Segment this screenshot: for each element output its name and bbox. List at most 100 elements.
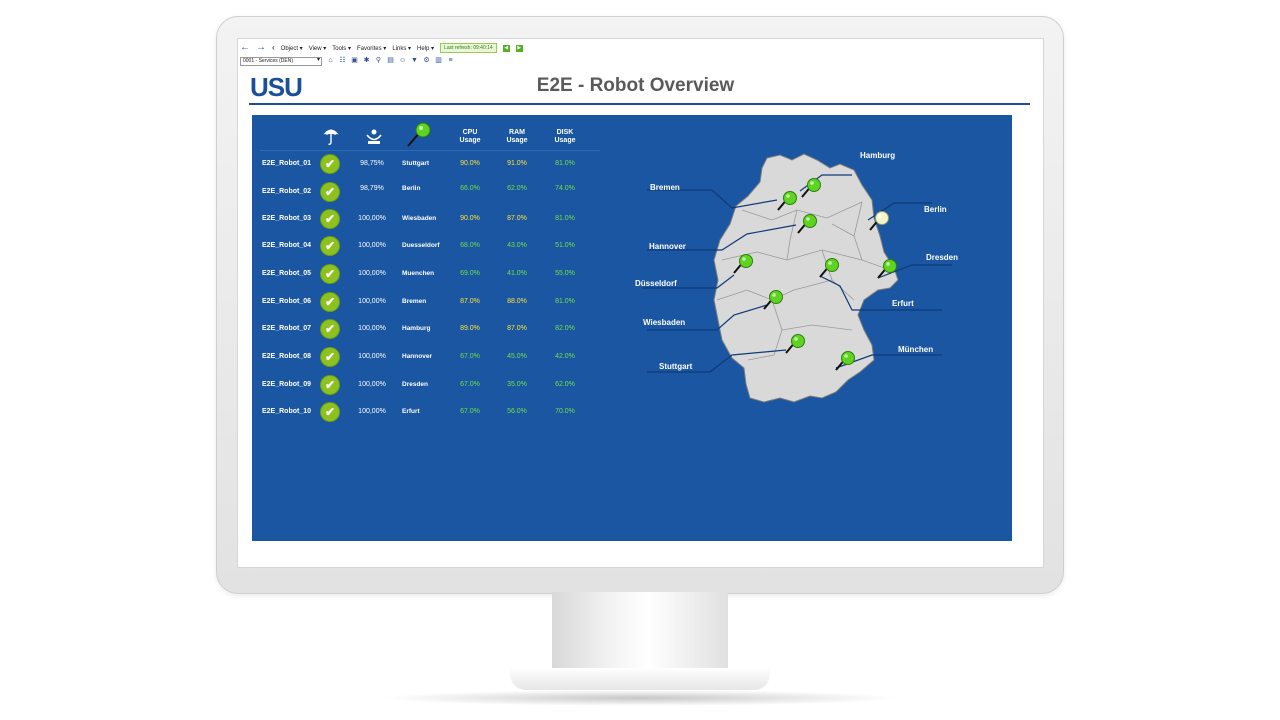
check-icon: ✔ [321, 403, 339, 421]
home-icon[interactable]: ⌂ [327, 57, 334, 65]
availability-value: 98,75% [360, 160, 384, 167]
map-label-wiesbaden: Wiesbaden [643, 318, 686, 327]
ram-column-header: RAM Usage [497, 129, 537, 145]
check-icon: ✔ [321, 155, 339, 173]
availability-value: 100,00% [358, 408, 386, 415]
cpu-value: 66.0% [460, 185, 480, 192]
disk-value: 81.0% [555, 215, 575, 222]
table-row[interactable]: E2E_Robot_07 ✔ 100,00% Hamburg 89.0% 87.… [252, 319, 612, 339]
forward-arrow-icon[interactable]: → [256, 43, 266, 53]
table-row[interactable]: E2E_Robot_02 ✔ 98,79% Berlin 66.0% 62.0%… [252, 179, 612, 201]
ram-value: 45.0% [507, 353, 527, 360]
gear-icon[interactable]: ⚙ [423, 57, 430, 65]
disk-value: 51.0% [555, 242, 575, 249]
tree-icon[interactable]: ☷ [339, 57, 346, 65]
table-row[interactable]: E2E_Robot_10 ✔ 100,00% Erfurt 67.0% 56.0… [252, 402, 612, 422]
availability-icon [366, 129, 382, 144]
table-row[interactable]: E2E_Robot_05 ✔ 100,00% Muenchen 69.0% 41… [252, 264, 612, 284]
location-value: Bremen [402, 298, 427, 305]
ram-value: 87.0% [507, 215, 527, 222]
ram-value: 35.0% [507, 381, 527, 388]
map-label-bremen: Bremen [650, 183, 680, 192]
refresh-pause-button[interactable]: ▶ [515, 44, 523, 52]
map-label-duesseldorf: Düsseldorf [635, 279, 677, 288]
search-icon[interactable]: ⚲ [375, 57, 382, 65]
notes-icon[interactable]: ▥ [435, 57, 442, 65]
settings-icon[interactable]: ✱ [363, 57, 370, 65]
menu-object[interactable]: Object ▾ [281, 45, 303, 52]
map-label-stuttgart: Stuttgart [659, 362, 693, 371]
context-select[interactable]: 0001 - Services (DEN) [240, 56, 322, 66]
availability-value: 100,00% [358, 298, 386, 305]
robot-name: E2E_Robot_09 [262, 381, 312, 388]
cpu-value: 90.0% [460, 160, 480, 167]
check-icon: ✔ [321, 265, 339, 283]
header-divider [260, 150, 600, 151]
users-icon[interactable]: ☺ [399, 57, 406, 65]
table-row[interactable]: E2E_Robot_08 ✔ 100,00% Hannover 67.0% 45… [252, 347, 612, 367]
ram-value: 87.0% [507, 325, 527, 332]
table-row[interactable]: E2E_Robot_01 ✔ 98,75% Stuttgart 90.0% 91… [252, 154, 612, 174]
location-value: Wiesbaden [402, 215, 437, 222]
disk-value: 74.0% [555, 185, 575, 192]
check-icon: ✔ [321, 376, 339, 394]
monitor-stand [552, 592, 728, 672]
check-icon: ✔ [321, 237, 339, 255]
chart-icon[interactable]: ≡ [447, 57, 454, 65]
robot-name: E2E_Robot_08 [262, 353, 312, 360]
page-header: USU E2E - Robot Overview [249, 70, 1030, 105]
menu-links[interactable]: Links ▾ [392, 45, 411, 52]
menu-help[interactable]: Help ▾ [417, 45, 434, 52]
robot-name: E2E_Robot_03 [262, 215, 312, 222]
lock-icon[interactable]: ▣ [351, 57, 358, 65]
last-refresh-indicator: Last refresh: 09:40:14 [440, 43, 497, 53]
table-row[interactable]: E2E_Robot_06 ✔ 100,00% Bremen 87.0% 88.0… [252, 292, 612, 312]
ram-value: 56.0% [507, 408, 527, 415]
availability-value: 100,00% [358, 242, 386, 249]
disk-header-line2: Usage [554, 137, 576, 144]
umbrella-icon [323, 129, 339, 145]
location-value: Duesseldorf [402, 242, 440, 249]
map-label-hamburg: Hamburg [860, 151, 896, 160]
ram-value: 88.0% [507, 298, 527, 305]
map-label-berlin: Berlin [924, 205, 947, 214]
map-label-hannover: Hannover [649, 242, 686, 251]
disk-column-header: DISK Usage [545, 129, 585, 145]
disk-value: 62.0% [555, 381, 575, 388]
ram-header-line1: RAM [509, 129, 525, 136]
availability-value: 100,00% [358, 270, 386, 277]
availability-value: 98,79% [360, 185, 384, 192]
disk-value: 81.0% [555, 298, 575, 305]
location-value: Berlin [402, 185, 421, 192]
chevron-left-icon[interactable]: ‹ [272, 43, 275, 53]
menu-tools[interactable]: Tools ▾ [332, 45, 351, 52]
robot-overview-panel: CPU Usage RAM Usage DISK Usage E2E_Robot… [252, 115, 1012, 541]
availability-value: 100,00% [358, 353, 386, 360]
table-row[interactable]: E2E_Robot_03 ✔ 100,00% Wiesbaden 90.0% 8… [252, 209, 612, 229]
cpu-value: 67.0% [460, 381, 480, 388]
menu-toolbar: ← → ‹ Object ▾ View ▾ Tools ▾ Favorites … [240, 42, 1035, 54]
cpu-header-line2: Usage [459, 137, 481, 144]
check-icon: ✔ [321, 293, 339, 311]
document-icon[interactable]: ▤ [387, 57, 394, 65]
back-arrow-icon[interactable]: ← [240, 43, 250, 53]
cpu-value: 90.0% [460, 215, 480, 222]
robot-name: E2E_Robot_04 [262, 242, 312, 249]
availability-value: 100,00% [358, 325, 386, 332]
robot-name: E2E_Robot_01 [262, 160, 312, 167]
filter-icon[interactable]: ▼ [411, 57, 418, 65]
disk-header-line1: DISK [556, 129, 574, 136]
map-label-dresden: Dresden [926, 253, 959, 262]
robot-name: E2E_Robot_10 [262, 408, 312, 415]
table-row[interactable]: E2E_Robot_04 ✔ 100,00% Duesseldorf 68.0%… [252, 236, 612, 256]
location-value: Erfurt [402, 408, 420, 415]
menu-view[interactable]: View ▾ [309, 45, 327, 52]
ram-value: 62.0% [507, 185, 527, 192]
table-row[interactable]: E2E_Robot_09 ✔ 100,00% Dresden 67.0% 35.… [252, 375, 612, 395]
location-value: Dresden [402, 381, 429, 388]
monitor-stand-base [510, 668, 770, 690]
availability-value: 100,00% [358, 215, 386, 222]
refresh-button[interactable]: ◀ [502, 44, 510, 52]
menu-favorites[interactable]: Favorites ▾ [357, 45, 386, 52]
cpu-value: 89.0% [460, 325, 480, 332]
